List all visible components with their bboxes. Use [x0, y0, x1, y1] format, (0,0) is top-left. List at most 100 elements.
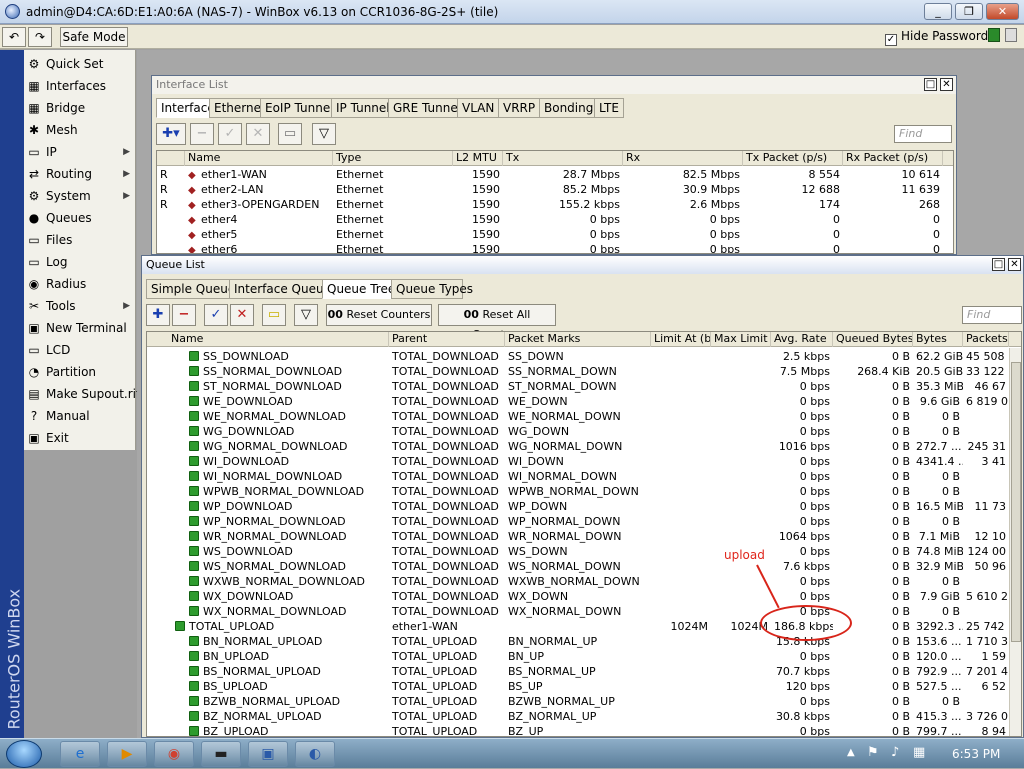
column-header-max[interactable]: Max Limit ...	[711, 332, 771, 347]
sidebar-item-partition[interactable]: ◔ Partition	[24, 361, 136, 383]
tab-queue-tree[interactable]: Queue Tree	[322, 279, 395, 299]
column-header-bytes[interactable]: Bytes	[913, 332, 963, 347]
sidebar-item-quick-set[interactable]: ⚙ Quick Set	[24, 53, 136, 75]
queue-list-maximize-button[interactable]: □	[992, 258, 1005, 271]
table-row[interactable]: ◆ ether4 Ethernet 1590 0 bps 0 bps 0 0	[157, 212, 953, 227]
tab-interface[interactable]: Interface	[156, 98, 215, 118]
ie-icon[interactable]: e	[60, 741, 100, 767]
remove-interface-button[interactable]: −	[190, 123, 214, 145]
table-row[interactable]: WX_DOWNLOAD TOTAL_DOWNLOAD WX_DOWN 0 bps 0 B…	[147, 589, 1009, 604]
comment-interface-button[interactable]: ▭	[278, 123, 302, 145]
interface-list-close-button[interactable]: ✕	[940, 78, 953, 91]
sidebar-item-make-supout-rif[interactable]: ▤ Make Supout.rif	[24, 383, 140, 405]
flag-icon[interactable]: ⚑	[867, 745, 879, 760]
table-row[interactable]: SS_NORMAL_DOWNLOAD TOTAL_DOWNLOAD SS_NORMA…	[147, 364, 1009, 379]
column-header-txp[interactable]: Tx Packet (p/s)	[743, 151, 843, 166]
table-row[interactable]: ◆ ether5 Ethernet 1590 0 bps 0 bps 0 0	[157, 227, 953, 242]
column-header-limit[interactable]: Limit At (b...	[651, 332, 711, 347]
column-header-packets[interactable]: Packets	[963, 332, 1009, 347]
add-queue-button[interactable]: ✚	[146, 304, 170, 326]
sidebar-item-files[interactable]: ▭ Files	[24, 229, 136, 251]
sidebar-item-manual[interactable]: ? Manual	[24, 405, 136, 427]
table-row[interactable]: R ◆ ether3-OPENGARDEN Ethernet 1590 155.2 kbp…	[157, 197, 953, 212]
sidebar-item-radius[interactable]: ◉ Radius	[24, 273, 136, 295]
table-row[interactable]: ◆ ether6 Ethernet 1590 0 bps 0 bps 0 0	[157, 242, 953, 253]
interface-find-input[interactable]: Find	[894, 125, 952, 143]
table-row[interactable]: R ◆ ether2-LAN Ethernet 1590 85.2 Mbps 30.9 Mb…	[157, 182, 953, 197]
enable-queue-button[interactable]: ✓	[204, 304, 228, 326]
remove-queue-button[interactable]: −	[172, 304, 196, 326]
tab-queue-types[interactable]: Queue Types	[391, 279, 473, 299]
table-row[interactable]: R ◆ ether1-WAN Ethernet 1590 28.7 Mbps 82.5 Mb…	[157, 167, 953, 182]
column-header-rx[interactable]: Rx	[623, 151, 743, 166]
reset-all-counters-button[interactable]: 00 Reset All Counters	[438, 304, 556, 341]
hide-passwords-checkbox[interactable]: ✓	[885, 34, 897, 46]
network-tray-icon[interactable]: ▦	[913, 745, 925, 760]
queue-scrollbar-thumb[interactable]	[1011, 362, 1021, 642]
disable-queue-button[interactable]: ✕	[230, 304, 254, 326]
table-row[interactable]: WP_DOWNLOAD TOTAL_DOWNLOAD WP_DOWN 0 bps 0 B…	[147, 499, 1009, 514]
tab-lte[interactable]: LTE	[594, 98, 624, 118]
table-row[interactable]: WP_NORMAL_DOWNLOAD TOTAL_DOWNLOAD WP_NORMA…	[147, 514, 1009, 529]
comment-queue-button[interactable]: ▭	[262, 304, 286, 326]
tab-vrrp[interactable]: VRRP	[498, 98, 540, 118]
redo-button[interactable]: ↷	[28, 27, 52, 47]
sidebar-item-log[interactable]: ▭ Log	[24, 251, 136, 273]
column-header-parent[interactable]: Parent	[389, 332, 505, 347]
winbox-icon[interactable]: ◐	[295, 741, 335, 767]
queue-list-close-button[interactable]: ✕	[1008, 258, 1021, 271]
tab-vlan[interactable]: VLAN	[457, 98, 499, 118]
column-header-rate[interactable]: Avg. Rate	[771, 332, 833, 347]
clock[interactable]: 6:53 PM	[952, 747, 1000, 761]
sidebar-item-new-terminal[interactable]: ▣ New Terminal	[24, 317, 136, 339]
table-row[interactable]: BZWB_NORMAL_UPLOAD TOTAL_UPLOAD BZWB_NORMA…	[147, 694, 1009, 709]
add-interface-button[interactable]: ✚▾	[156, 123, 186, 145]
column-header-flag[interactable]	[157, 151, 185, 166]
table-row[interactable]: WG_NORMAL_DOWNLOAD TOTAL_DOWNLOAD WG_NORMA…	[147, 439, 1009, 454]
close-button[interactable]: ✕	[986, 3, 1019, 20]
tab-simple-queues[interactable]: Simple Queues	[146, 279, 241, 299]
column-header-queued[interactable]: Queued Bytes	[833, 332, 913, 347]
sidebar-item-system[interactable]: ⚙ System ▶	[24, 185, 136, 207]
sidebar-item-ip[interactable]: ▭ IP ▶	[24, 141, 136, 163]
sidebar-item-tools[interactable]: ✂ Tools ▶	[24, 295, 136, 317]
chrome-icon[interactable]: ◉	[154, 741, 194, 767]
table-row[interactable]: WE_NORMAL_DOWNLOAD TOTAL_DOWNLOAD WE_NORMA…	[147, 409, 1009, 424]
column-header-name[interactable]: Name	[185, 151, 333, 166]
table-row[interactable]: BS_NORMAL_UPLOAD TOTAL_UPLOAD BS_NORMAL_UP…	[147, 664, 1009, 679]
tab-bonding[interactable]: Bonding	[539, 98, 595, 118]
disable-interface-button[interactable]: ✕	[246, 123, 270, 145]
sidebar-item-lcd[interactable]: ▭ LCD	[24, 339, 136, 361]
minimize-button[interactable]: _	[924, 3, 952, 20]
sidebar-item-mesh[interactable]: ✱ Mesh	[24, 119, 136, 141]
queue-scrollbar[interactable]	[1009, 348, 1021, 736]
table-row[interactable]: WE_DOWNLOAD TOTAL_DOWNLOAD WE_DOWN 0 bps 0 B…	[147, 394, 1009, 409]
column-header-type[interactable]: Type	[333, 151, 453, 166]
sidebar-item-bridge[interactable]: ▦ Bridge	[24, 97, 136, 119]
tab-ip-tunnel[interactable]: IP Tunnel	[331, 98, 390, 118]
table-row[interactable]: WXWB_NORMAL_DOWNLOAD TOTAL_DOWNLOAD WXWB_N…	[147, 574, 1009, 589]
column-header-marks[interactable]: Packet Marks	[505, 332, 651, 347]
cmd-icon[interactable]: ▬	[201, 741, 241, 767]
restore-button[interactable]: ❐	[955, 3, 983, 20]
tab-ethernet[interactable]: Ethernet	[209, 98, 266, 118]
sidebar-item-exit[interactable]: ▣ Exit	[24, 427, 136, 449]
table-row[interactable]: WI_DOWNLOAD TOTAL_DOWNLOAD WI_DOWN 0 bps 0 B…	[147, 454, 1009, 469]
table-row[interactable]: ST_NORMAL_DOWNLOAD TOTAL_DOWNLOAD ST_NORMA…	[147, 379, 1009, 394]
table-row[interactable]: WG_DOWNLOAD TOTAL_DOWNLOAD WG_DOWN 0 bps 0 B…	[147, 424, 1009, 439]
reset-counters-button[interactable]: 00 Reset Counters	[326, 304, 432, 326]
table-row[interactable]: WPWB_NORMAL_DOWNLOAD TOTAL_DOWNLOAD WPWB_N…	[147, 484, 1009, 499]
table-row[interactable]: WI_NORMAL_DOWNLOAD TOTAL_DOWNLOAD WI_NORMA…	[147, 469, 1009, 484]
sidebar-item-routing[interactable]: ⇄ Routing ▶	[24, 163, 136, 185]
hide-passwords-toggle[interactable]: ✓ Hide Passwords	[885, 29, 994, 46]
table-row[interactable]: BN_NORMAL_UPLOAD TOTAL_UPLOAD BN_NORMAL_UP…	[147, 634, 1009, 649]
table-row[interactable]: WS_DOWNLOAD TOTAL_DOWNLOAD WS_DOWN 0 bps 0 B…	[147, 544, 1009, 559]
sidebar-item-queues[interactable]: ● Queues	[24, 207, 136, 229]
table-row[interactable]: BZ_UPLOAD TOTAL_UPLOAD BZ_UP 0 bps 0 B 799.7 …	[147, 724, 1009, 736]
table-row[interactable]: SS_DOWNLOAD TOTAL_DOWNLOAD SS_DOWN 2.5 kbps…	[147, 349, 1009, 364]
filter-interface-button[interactable]: ▽	[312, 123, 336, 145]
table-row[interactable]: BZ_NORMAL_UPLOAD TOTAL_UPLOAD BZ_NORMAL_UP…	[147, 709, 1009, 724]
table-row[interactable]: BN_UPLOAD TOTAL_UPLOAD BN_UP 0 bps 0 B 120.0 …	[147, 649, 1009, 664]
table-row[interactable]: WX_NORMAL_DOWNLOAD TOTAL_DOWNLOAD WX_NORMA…	[147, 604, 1009, 619]
interface-list-maximize-button[interactable]: □	[924, 78, 937, 91]
